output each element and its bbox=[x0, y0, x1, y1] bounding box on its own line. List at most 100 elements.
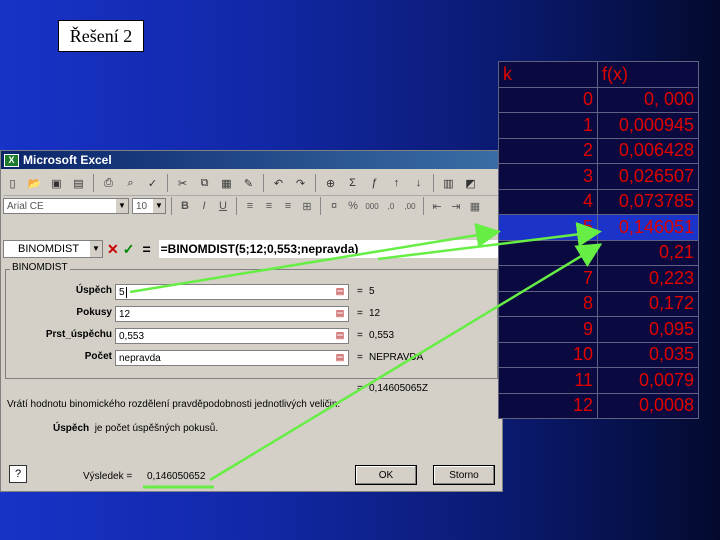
underline-icon[interactable]: U bbox=[215, 198, 231, 214]
increase-indent-icon[interactable]: ⇥ bbox=[448, 198, 464, 214]
cell-fx: 0,0079 bbox=[597, 367, 699, 394]
autosum-icon[interactable]: Σ bbox=[343, 173, 362, 193]
sort-ascending-icon[interactable]: ↑ bbox=[387, 173, 406, 193]
function-name: BINOMDIST bbox=[10, 262, 70, 273]
align-center-icon[interactable]: ≡ bbox=[261, 198, 277, 214]
table-row: 4 0,073785 bbox=[498, 188, 699, 215]
header-fx: f(x) bbox=[597, 61, 699, 88]
range-picker-icon[interactable]: ▤ bbox=[333, 352, 347, 364]
function-description: Vrátí hodnotu binomického rozdělení prav… bbox=[7, 399, 341, 410]
open-folder-icon[interactable]: 📂 bbox=[25, 173, 44, 193]
decrease-decimal-icon[interactable]: ,00 bbox=[402, 198, 418, 214]
slide-title: Řešení 2 bbox=[58, 20, 144, 52]
range-picker-icon[interactable]: ▤ bbox=[333, 286, 347, 298]
cell-k: 12 bbox=[498, 392, 598, 419]
function-icon[interactable]: ƒ bbox=[365, 173, 384, 193]
decrease-indent-icon[interactable]: ⇤ bbox=[429, 198, 445, 214]
confirm-formula-icon[interactable]: ✓ bbox=[123, 241, 135, 258]
table-row: 1 0,000945 bbox=[498, 112, 699, 139]
undo-icon[interactable]: ↶ bbox=[269, 173, 288, 193]
table-row: 5 0,146051 bbox=[498, 214, 699, 241]
cell-k: 5 bbox=[498, 214, 598, 241]
excel-titlebar: X Microsoft Excel bbox=[1, 151, 502, 169]
cell-fx: 0,035 bbox=[597, 341, 699, 368]
arg-value: 12 bbox=[119, 308, 131, 320]
arg-result: 12 bbox=[369, 308, 381, 319]
result-value: 0,146050652 bbox=[147, 471, 206, 482]
function-arguments-dialog: BINOMDIST Úspěch 5 ▤ = 5 Pokusy 12 ▤ = 1… bbox=[1, 259, 502, 491]
print-preview-icon[interactable]: ⌕ bbox=[121, 173, 140, 193]
help-icon[interactable]: ? bbox=[9, 465, 27, 483]
save-icon[interactable]: ▣ bbox=[47, 173, 66, 193]
name-box[interactable]: BINOMDIST ▼ bbox=[3, 240, 103, 258]
font-size-select[interactable]: 10 ▼ bbox=[132, 198, 166, 214]
percent-icon[interactable]: % bbox=[345, 198, 361, 214]
hyperlink-icon[interactable]: ⊕ bbox=[321, 173, 340, 193]
table-row: 6 0,21 bbox=[498, 239, 699, 266]
arg-label-prst-uspechu: Prst_úspěchu bbox=[45, 329, 112, 340]
merge-center-icon[interactable]: ⊞ bbox=[299, 198, 315, 214]
chevron-down-icon[interactable]: ▼ bbox=[153, 199, 165, 213]
cell-k: 1 bbox=[498, 112, 598, 139]
arg-input-uspech[interactable]: 5 ▤ bbox=[115, 284, 349, 300]
equals-sign: = bbox=[357, 383, 363, 394]
arg-label-pocet: Počet bbox=[84, 351, 112, 362]
chevron-down-icon[interactable]: ▼ bbox=[116, 199, 128, 213]
cell-fx: 0,006428 bbox=[597, 137, 699, 164]
sort-descending-icon[interactable]: ↓ bbox=[409, 173, 428, 193]
cancel-button[interactable]: Storno bbox=[433, 465, 495, 485]
spelling-icon[interactable]: ✓ bbox=[143, 173, 162, 193]
paste-icon[interactable]: ▦ bbox=[217, 173, 236, 193]
permission-icon[interactable]: ▤ bbox=[69, 173, 88, 193]
increase-decimal-icon[interactable]: ,0 bbox=[383, 198, 399, 214]
range-picker-icon[interactable]: ▤ bbox=[333, 308, 347, 320]
cell-fx: 0,21 bbox=[597, 239, 699, 266]
cancel-formula-icon[interactable]: ✕ bbox=[107, 241, 119, 258]
cell-k: 6 bbox=[498, 239, 598, 266]
font-name-select[interactable]: Arial CE ▼ bbox=[3, 198, 129, 214]
arg-input-pokusy[interactable]: 12 ▤ bbox=[115, 306, 349, 322]
drawing-icon[interactable]: ◩ bbox=[461, 173, 480, 193]
italic-icon[interactable]: I bbox=[196, 198, 212, 214]
cell-fx: 0, 000 bbox=[597, 86, 699, 113]
equals-sign: = bbox=[357, 330, 363, 341]
arg-input-pocet[interactable]: nepravda ▤ bbox=[115, 350, 349, 366]
cell-k: 8 bbox=[498, 290, 598, 317]
chevron-down-icon[interactable]: ▼ bbox=[90, 241, 102, 257]
copy-icon[interactable]: ⧉ bbox=[195, 173, 214, 193]
cell-k: 0 bbox=[498, 86, 598, 113]
cut-icon[interactable]: ✂ bbox=[173, 173, 192, 193]
cell-k: 3 bbox=[498, 163, 598, 190]
binomial-table: k f(x) 0 0, 000 1 0,000945 2 0,006428 3 0,02650… bbox=[498, 61, 699, 419]
table-row: 8 0,172 bbox=[498, 290, 699, 317]
thousands-icon[interactable]: 000 bbox=[364, 198, 380, 214]
align-right-icon[interactable]: ≡ bbox=[280, 198, 296, 214]
new-file-icon[interactable]: ▯ bbox=[3, 173, 22, 193]
borders-icon[interactable]: ▦ bbox=[467, 198, 483, 214]
arg-input-prst-uspechu[interactable]: 0,553 ▤ bbox=[115, 328, 349, 344]
arg-value: nepravda bbox=[119, 352, 161, 364]
table-row: 11 0,0079 bbox=[498, 367, 699, 394]
table-row: 3 0,026507 bbox=[498, 163, 699, 190]
cell-fx: 0,073785 bbox=[597, 188, 699, 215]
table-header-row: k f(x) bbox=[498, 61, 699, 88]
standard-toolbar: ▯ 📂 ▣ ▤ ⎙ ⌕ ✓ ✂ ⧉ ▦ ✎ ↶ ↷ ⊕ Σ ƒ ↑ ↓ ▥ ◩ bbox=[3, 171, 500, 196]
bold-icon[interactable]: B bbox=[177, 198, 193, 214]
excel-app-icon: X bbox=[4, 153, 19, 167]
print-icon[interactable]: ⎙ bbox=[99, 173, 118, 193]
format-painter-icon[interactable]: ✎ bbox=[239, 173, 258, 193]
ok-button[interactable]: OK bbox=[355, 465, 417, 485]
formatting-toolbar: Arial CE ▼ 10 ▼ B I U ≡ ≡ ≡ ⊞ ¤ % 000 ,0… bbox=[3, 194, 500, 218]
formula-input[interactable]: =BINOMDIST(5;12;0,553;nepravda) bbox=[158, 240, 500, 258]
chart-wizard-icon[interactable]: ▥ bbox=[439, 173, 458, 193]
cell-k: 11 bbox=[498, 367, 598, 394]
argument-help-text: je počet úspěšných pokusů. bbox=[94, 423, 219, 434]
align-left-icon[interactable]: ≡ bbox=[242, 198, 258, 214]
currency-icon[interactable]: ¤ bbox=[326, 198, 342, 214]
redo-icon[interactable]: ↷ bbox=[291, 173, 310, 193]
edit-formula-icon[interactable]: = bbox=[142, 241, 150, 257]
table-row: 9 0,095 bbox=[498, 316, 699, 343]
table-row: 0 0, 000 bbox=[498, 86, 699, 113]
range-picker-icon[interactable]: ▤ bbox=[333, 330, 347, 342]
cell-fx: 0,146051 bbox=[597, 214, 699, 241]
